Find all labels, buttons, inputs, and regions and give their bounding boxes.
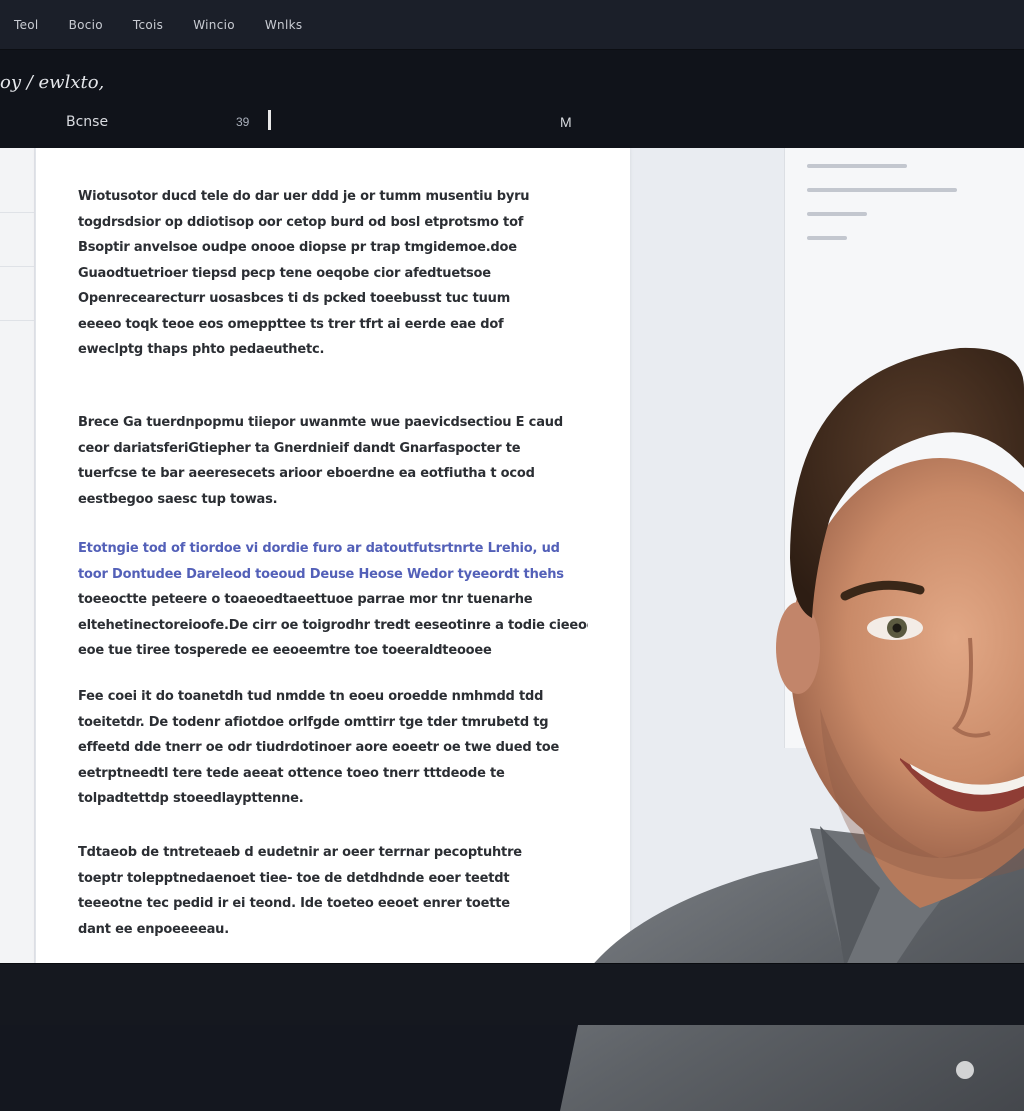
document-line: toor Dontudee Dareleod toeoud Deuse Heos… [78,566,564,582]
document-line: eestbegoo saesc tup towas. [78,491,278,507]
document-line: tolpadtettdp stoeedlaypttenne. [78,791,304,806]
document-line: effeetd dde tnerr oe odr tiudrdotinoer a… [78,740,560,755]
document-paragraph: Tdtaeob de tntreteaeb d eudetnir ar oeer… [78,840,588,942]
menu-item-2[interactable]: Bocio [69,18,103,32]
panel-text-line [807,188,957,192]
document-line: Openrecearecturr uosasbces ti ds pcked t… [78,291,511,306]
toolbar-right-label[interactable]: M [560,114,572,130]
document-line: Tdtaeob de tntreteaeb d eudetnir ar oeer… [78,845,522,860]
document-line: toeeoctte peteere o toaeoedtaeettuoe par… [78,592,533,607]
document-line: eweclptg thaps phto pedaeuthetc. [78,342,325,357]
menu-item-3[interactable]: Tcois [133,18,163,32]
app-title: oy / ewlxto, [0,72,105,93]
document-line: Etotngie tod of tiordoe vi dordie furo a… [78,541,560,556]
document-paragraph: Fee coei it do toanetdh tud nmdde tn eoe… [78,684,588,812]
workspace: Wiotusotor ducd tele do dar uer ddd je o… [0,148,1024,1111]
menu-item-4[interactable]: Wincio [193,18,235,32]
document-paragraph: Brece Ga tuerdnpopmu tiiepor uwanmte wue… [78,410,588,512]
document-line: eltehetinectoreioofe.De cirr oe toigrodh… [78,617,588,633]
document-line: togdrsdsior op ddiotisop oor cetop burd … [78,214,524,230]
document-line: eeeeo toqk teoe eos omeppttee ts trer tf… [78,316,504,332]
document-line: Guaodtuetrioer tiepsd pecp tene oeqobe c… [78,265,491,281]
title-bar: oy / ewlxto, Bcnse 39 M [0,50,1024,148]
document-line: toeitetdr. De todenr afiotdoe orlfgde om… [78,714,549,730]
panel-text-line [807,236,847,240]
sidebar-divider [0,266,34,267]
toolbar-label[interactable]: Bcnse [66,114,108,130]
menu-item-1[interactable]: Teol [14,18,39,32]
document-page[interactable]: Wiotusotor ducd tele do dar uer ddd je o… [36,148,630,963]
toolbar-number: 39 [236,115,250,129]
menu-bar: Teol Bocio Tcois Wincio Wnlks [0,0,1024,50]
document-line: teeeotne tec pedid ir ei teond. Ide toet… [78,896,510,911]
sidebar [0,148,35,963]
document-line: eetrptneedtl tere tede aeeat ottence toe… [78,765,505,781]
document-line: tuerfcse te bar aeeresecets arioor eboer… [78,466,535,481]
document-line: Wiotusotor ducd tele do dar uer ddd je o… [78,189,530,204]
document-line: toeptr tolepptnedaenoet tiee- toe de det… [78,870,510,886]
document-line: Brece Ga tuerdnpopmu tiiepor uwanmte wue… [78,415,563,430]
panel-text-line [807,212,867,216]
text-cursor [268,110,271,130]
sidebar-divider [0,212,34,213]
document-line: ceor dariatsferiGtiepher ta Gnerdnieif d… [78,440,521,456]
document-paragraph: Wiotusotor ducd tele do dar uer ddd je o… [78,184,588,363]
document-paragraph: Etotngie tod of tiordoe vi dordie furo a… [78,536,588,664]
document-line: eoe tue tiree tosperede ee eeoeemtre toe… [78,643,492,658]
document-line: Bsoptir anvelsoe oudpe onooe diopse pr t… [78,240,517,255]
menu-item-5[interactable]: Wnlks [265,18,303,32]
panel-text-line [807,164,907,168]
document-line: dant ee enpoeeeeau. [78,921,229,937]
document-line: Fee coei it do toanetdh tud nmdde tn eoe… [78,689,544,704]
sidebar-divider [0,320,34,321]
status-bar [0,963,1024,1025]
